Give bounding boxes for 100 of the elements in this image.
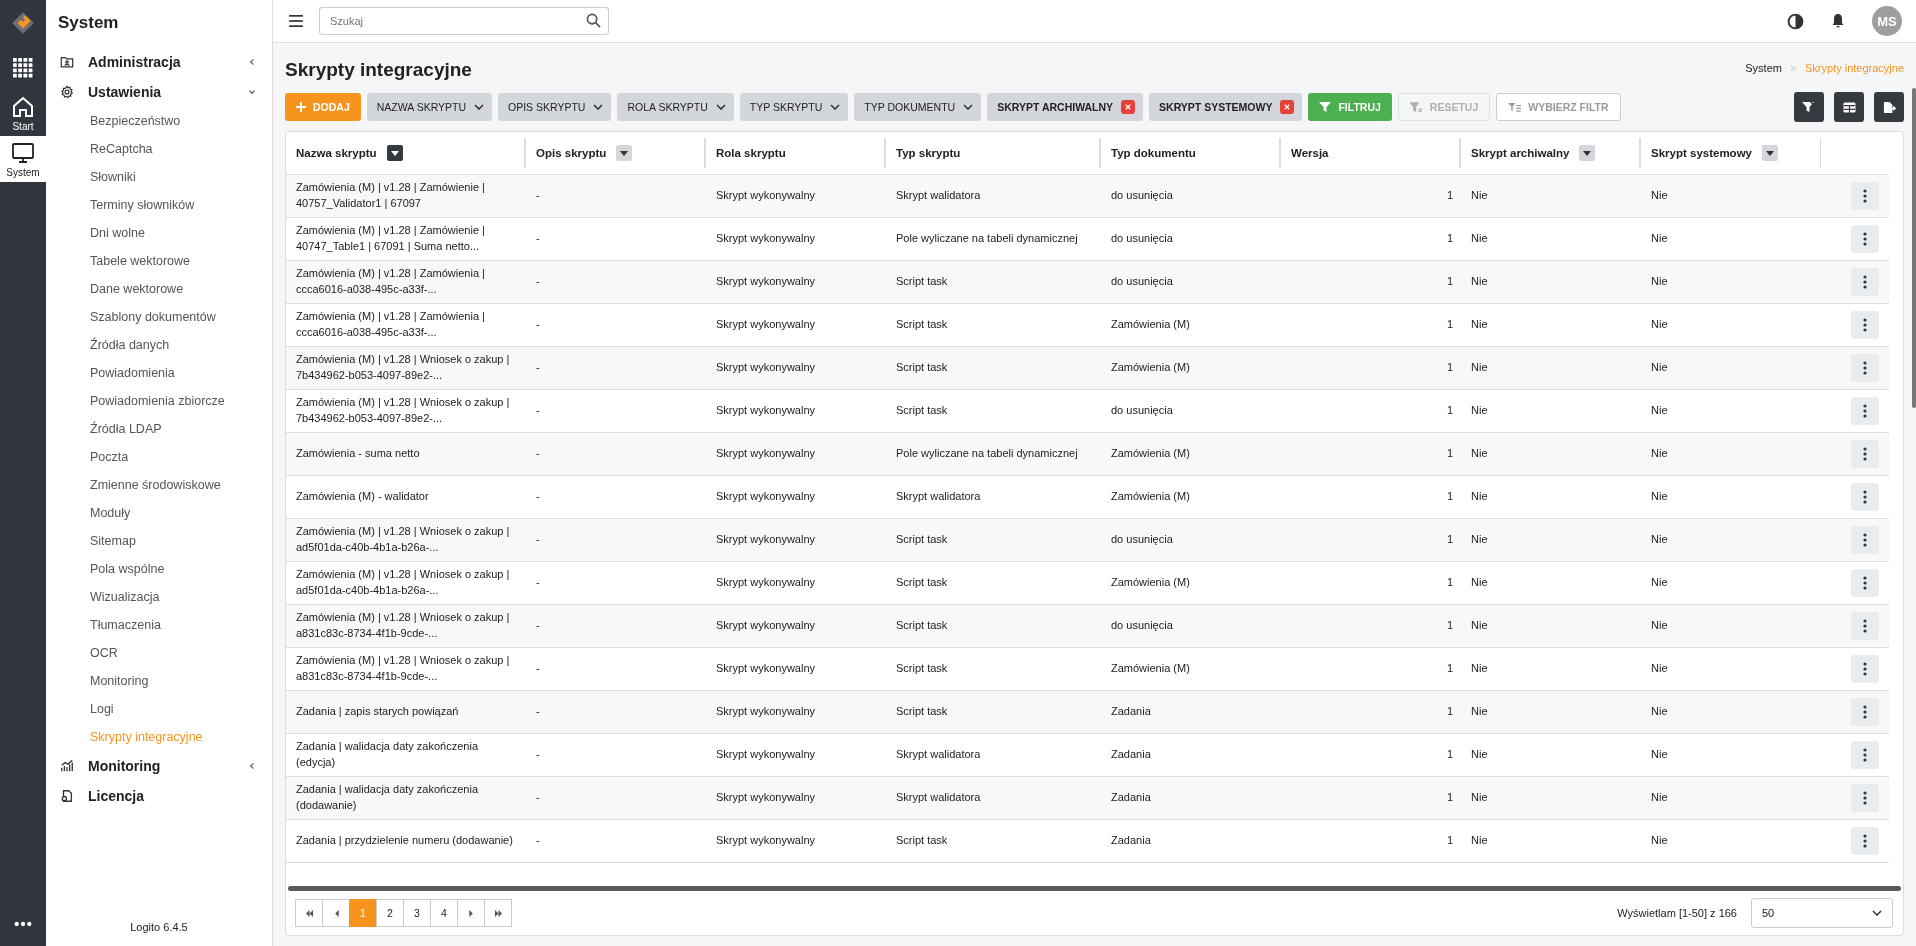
row-menu-button[interactable] xyxy=(1851,526,1879,554)
menu-item[interactable]: Powiadomienia xyxy=(46,359,272,387)
table-cell-text: Skrypt wykonywalny xyxy=(715,446,817,462)
menu-item[interactable]: Logi xyxy=(46,695,272,723)
filter-label: SKRYPT ARCHIWALNY xyxy=(997,101,1114,113)
menu-item[interactable]: Wizualizacja xyxy=(46,583,272,611)
column-filter-button[interactable] xyxy=(1579,145,1596,161)
row-menu-button[interactable] xyxy=(1851,225,1879,253)
menu-item[interactable]: Słowniki xyxy=(46,163,272,191)
page-button[interactable]: 2 xyxy=(376,899,404,927)
table-cell-text: Zadania xyxy=(1110,790,1152,806)
row-menu-button[interactable] xyxy=(1851,440,1879,468)
vertical-scrollbar[interactable] xyxy=(1912,88,1916,408)
right-icon xyxy=(468,909,474,917)
menu-item[interactable]: Tabele wektorowe xyxy=(46,247,272,275)
table-cell-text: Nie xyxy=(1470,833,1489,849)
row-menu-button[interactable] xyxy=(1851,741,1879,769)
menu-group[interactable]: Administracja xyxy=(46,47,272,77)
page-button[interactable]: 4 xyxy=(430,899,458,927)
table-cell-text: Skrypt wykonywalny xyxy=(715,704,817,720)
table-cell-text: Nie xyxy=(1650,790,1669,806)
search-field[interactable]: Szukaj xyxy=(319,7,609,35)
menu-group[interactable]: Licencja xyxy=(46,781,272,811)
horizontal-scrollbar[interactable] xyxy=(288,886,1901,891)
menu-item[interactable]: Bezpieczeństwo xyxy=(46,107,272,135)
menu-item[interactable]: Moduły xyxy=(46,499,272,527)
table-cell-text: - xyxy=(535,575,541,591)
menu-item[interactable]: OCR xyxy=(46,639,272,667)
row-menu-button[interactable] xyxy=(1851,483,1879,511)
menu-group[interactable]: Monitoring xyxy=(46,751,272,781)
remove-filter-button[interactable] xyxy=(1121,100,1136,114)
system-button[interactable]: System xyxy=(0,136,46,182)
last-page-button[interactable] xyxy=(484,899,512,927)
table-cell-text: Skrypt walidatora xyxy=(895,790,982,806)
menu-item[interactable]: Pola wspólne xyxy=(46,555,272,583)
bell-icon xyxy=(1830,13,1846,29)
menu-item[interactable]: Źródła LDAP xyxy=(46,415,272,443)
row-menu-button[interactable] xyxy=(1851,827,1879,855)
row-menu-button[interactable] xyxy=(1851,182,1879,210)
column-filter-button[interactable] xyxy=(1762,145,1778,161)
menu-item[interactable]: Dni wolne xyxy=(46,219,272,247)
table-cell-text: Nie xyxy=(1650,317,1669,333)
row-menu-button[interactable] xyxy=(1851,784,1879,812)
table-cell-text: Nie xyxy=(1650,833,1669,849)
page-size-select[interactable]: 50 xyxy=(1751,898,1893,928)
table-cell-text: 1 xyxy=(1445,360,1454,376)
table-cell-text: - xyxy=(535,790,541,806)
menu-item[interactable]: Terminy słowników xyxy=(46,191,272,219)
previous-page-button[interactable] xyxy=(322,899,350,927)
table-cell-text: 1 xyxy=(1445,403,1454,419)
table-cell-text: Skrypt wykonywalny xyxy=(715,532,817,548)
menu-item[interactable]: Powiadomienia zbiorcze xyxy=(46,387,272,415)
table-cell-text: Skrypt wykonywalny xyxy=(715,618,817,634)
page-button[interactable]: 3 xyxy=(403,899,431,927)
menu-item[interactable]: Tłumaczenia xyxy=(46,611,272,639)
table-cell-text: 1 xyxy=(1445,661,1454,677)
row-menu-button[interactable] xyxy=(1851,354,1879,382)
clear-filter-button[interactable] xyxy=(1794,92,1824,122)
filter-label: SKRYPT SYSTEMOWY xyxy=(1159,101,1273,113)
row-menu-button[interactable] xyxy=(1851,612,1879,640)
kebab-icon xyxy=(1863,189,1867,203)
table-cell-text: Skrypt walidatora xyxy=(895,747,982,763)
menu-item[interactable]: Sitemap xyxy=(46,527,272,555)
export-button[interactable] xyxy=(1874,92,1904,122)
table-cell-text: Zamówienia (M) | v1.28 | Wniosek o zakup | 7b434962-b053-4097-89e2-... xyxy=(295,352,511,383)
start-button[interactable]: Start xyxy=(0,90,46,136)
menu-item[interactable]: Źródła danych xyxy=(46,331,272,359)
menu-item[interactable]: Monitoring xyxy=(46,667,272,695)
first-page-button[interactable] xyxy=(295,899,323,927)
columns-button[interactable] xyxy=(1834,92,1864,122)
filter-dropdown[interactable]: ROLA SKRYPTU xyxy=(617,93,734,121)
row-menu-button[interactable] xyxy=(1851,569,1879,597)
table-cell-text: do usunięcia xyxy=(1110,618,1174,634)
row-menu-button[interactable] xyxy=(1851,268,1879,296)
row-menu-button[interactable] xyxy=(1851,311,1879,339)
filter-dropdown[interactable]: TYP SKRYPTU xyxy=(739,93,849,121)
caret-icon xyxy=(1766,150,1774,156)
caret-icon xyxy=(1583,150,1592,156)
remove-filter-button[interactable] xyxy=(1280,100,1295,114)
row-menu-button[interactable] xyxy=(1851,698,1879,726)
menu-item[interactable]: ReCaptcha xyxy=(46,135,272,163)
filter-dropdown[interactable]: TYP DOKUMENTU xyxy=(854,93,982,121)
menu-item[interactable]: Zmienne środowiskowe xyxy=(46,471,272,499)
chevron-icon xyxy=(248,762,256,770)
grid-icon xyxy=(13,58,33,78)
row-menu-button[interactable] xyxy=(1851,655,1879,683)
table-cell-text: Skrypt wykonywalny xyxy=(715,188,817,204)
filter-dropdown[interactable]: NAZWA SKRYPTU xyxy=(366,93,493,121)
kebab-icon xyxy=(1863,318,1867,332)
table-cell-text: Zadania | zapis starych powiązań xyxy=(295,704,460,720)
table-cell-text: Script task xyxy=(895,575,949,591)
menu-item[interactable]: Dane wektorowe xyxy=(46,275,272,303)
column-filter-button[interactable] xyxy=(386,145,403,161)
row-menu-button[interactable] xyxy=(1851,397,1879,425)
filter-dropdown[interactable]: OPIS SKRYPTU xyxy=(498,93,612,121)
column-filter-button[interactable] xyxy=(616,145,633,161)
menu-item[interactable]: Szablony dokumentów xyxy=(46,303,272,331)
breadcrumb-link[interactable]: System xyxy=(1745,62,1782,74)
menu-group[interactable]: Ustawienia xyxy=(46,77,272,107)
menu-item[interactable]: Poczta xyxy=(46,443,272,471)
